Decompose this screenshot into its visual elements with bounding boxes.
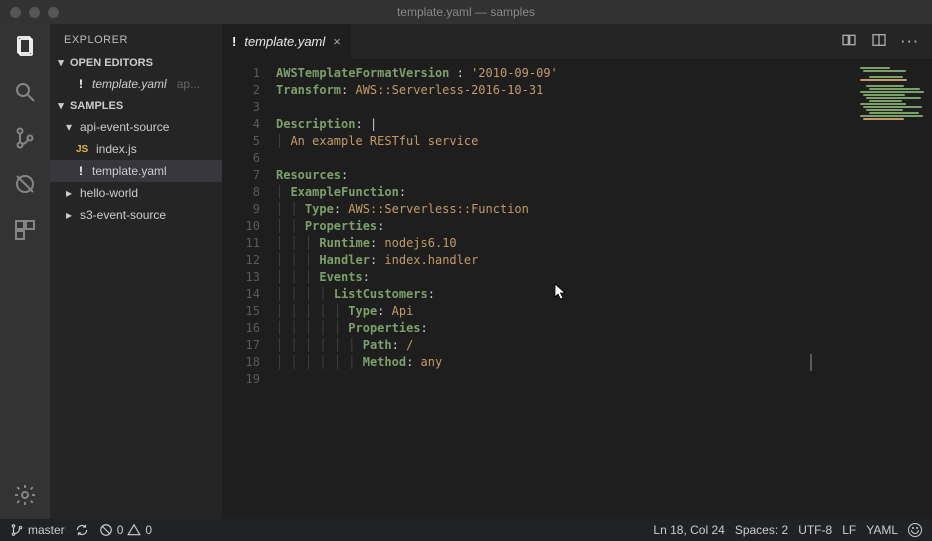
open-editors-header[interactable]: ▾ OPEN EDITORS — [50, 52, 222, 73]
mouse-cursor-icon — [554, 283, 568, 306]
folder-item[interactable]: ▸ hello-world — [50, 182, 222, 204]
folder-label: SAMPLES — [70, 100, 123, 112]
folder-name: api-event-source — [80, 120, 169, 134]
code-line[interactable]: │ ExampleFunction: — [274, 184, 842, 201]
code-line[interactable] — [274, 99, 842, 116]
tabs-bar: ! template.yaml × ··· — [222, 24, 932, 59]
minimap[interactable] — [842, 59, 932, 519]
chevron-down-icon: ▾ — [56, 99, 66, 112]
settings-gear-icon[interactable] — [11, 481, 39, 509]
folder-header[interactable]: ▾ SAMPLES — [50, 95, 222, 116]
tab-close-icon[interactable]: × — [333, 34, 341, 49]
tab-label: template.yaml — [244, 34, 325, 49]
source-control-icon[interactable] — [11, 124, 39, 152]
chevron-down-icon: ▾ — [64, 120, 74, 134]
code-line[interactable]: Resources: — [274, 167, 842, 184]
split-editor-icon[interactable] — [871, 32, 887, 51]
eol[interactable]: LF — [842, 523, 856, 537]
code-line[interactable]: │ │ │ │ │ │ Path: / — [274, 337, 842, 354]
status-bar: master 0 0 Ln 18, Col 24 Spaces: 2 UTF-8… — [0, 519, 932, 541]
chevron-right-icon: ▸ — [64, 208, 74, 222]
feedback-icon[interactable] — [908, 523, 922, 537]
code-line[interactable]: Transform: AWS::Serverless-2016-10-31 — [274, 82, 842, 99]
git-branch[interactable]: master — [10, 523, 65, 537]
error-count: 0 — [117, 523, 124, 537]
modified-indicator: ! — [76, 77, 86, 91]
code-line[interactable]: │ │ │ Handler: index.handler — [274, 252, 842, 269]
problems[interactable]: 0 0 — [99, 523, 152, 537]
indentation[interactable]: Spaces: 2 — [735, 523, 788, 537]
code-line[interactable]: Description: | — [274, 116, 842, 133]
window-title: template.yaml — samples — [0, 5, 932, 19]
file-name: template.yaml — [92, 77, 167, 91]
code-line[interactable]: │ │ │ │ │ │ Method: any — [274, 354, 842, 371]
code-line[interactable]: │ │ Properties: — [274, 218, 842, 235]
editor-actions: ··· — [841, 24, 932, 59]
code-line[interactable] — [274, 371, 842, 388]
encoding[interactable]: UTF-8 — [798, 523, 832, 537]
code-line[interactable] — [274, 150, 842, 167]
sidebar: EXPLORER ▾ OPEN EDITORS ! template.yaml ap… — [50, 24, 222, 519]
code-line[interactable]: │ │ │ │ │ Properties: — [274, 320, 842, 337]
code-line[interactable]: AWSTemplateFormatVersion : '2010-09-09' — [274, 65, 842, 82]
folder-item[interactable]: ▾ api-event-source — [50, 116, 222, 138]
open-editors-label: OPEN EDITORS — [70, 57, 153, 69]
js-file-icon: JS — [76, 144, 90, 155]
warning-count: 0 — [145, 523, 152, 537]
line-number-gutter: 12345678910111213141516171819 — [222, 59, 274, 519]
folder-name: s3-event-source — [80, 208, 166, 222]
open-editor-item[interactable]: ! template.yaml ap... — [50, 73, 222, 95]
file-item[interactable]: JS index.js — [50, 138, 222, 160]
modified-indicator: ! — [232, 34, 236, 49]
file-name: index.js — [96, 142, 137, 156]
sync-icon[interactable] — [75, 523, 89, 537]
sidebar-title: EXPLORER — [50, 24, 222, 52]
activity-bar — [0, 24, 50, 519]
folder-item[interactable]: ▸ s3-event-source — [50, 204, 222, 226]
folder-name: hello-world — [80, 186, 138, 200]
search-icon[interactable] — [11, 78, 39, 106]
debug-icon[interactable] — [11, 170, 39, 198]
code-line[interactable]: │ │ │ Runtime: nodejs6.10 — [274, 235, 842, 252]
file-name: template.yaml — [92, 164, 167, 178]
chevron-right-icon: ▸ — [64, 186, 74, 200]
file-path-hint: ap... — [177, 77, 200, 91]
titlebar: template.yaml — samples — [0, 0, 932, 24]
code-editor[interactable]: AWSTemplateFormatVersion : '2010-09-09'T… — [274, 59, 842, 519]
show-changes-icon[interactable] — [841, 32, 857, 51]
explorer-icon[interactable] — [11, 32, 39, 60]
language-mode[interactable]: YAML — [866, 523, 898, 537]
chevron-down-icon: ▾ — [56, 56, 66, 69]
editor-area: ! template.yaml × ··· 123456789101112131… — [222, 24, 932, 519]
modified-indicator: ! — [76, 164, 86, 178]
extensions-icon[interactable] — [11, 216, 39, 244]
branch-name: master — [28, 523, 65, 537]
cursor-position[interactable]: Ln 18, Col 24 — [653, 523, 724, 537]
more-actions-icon[interactable]: ··· — [901, 34, 920, 49]
file-item[interactable]: ! template.yaml — [50, 160, 222, 182]
code-line[interactable]: │ An example RESTful service — [274, 133, 842, 150]
tab-template-yaml[interactable]: ! template.yaml × — [222, 24, 352, 59]
code-line[interactable]: │ │ Type: AWS::Serverless::Function — [274, 201, 842, 218]
